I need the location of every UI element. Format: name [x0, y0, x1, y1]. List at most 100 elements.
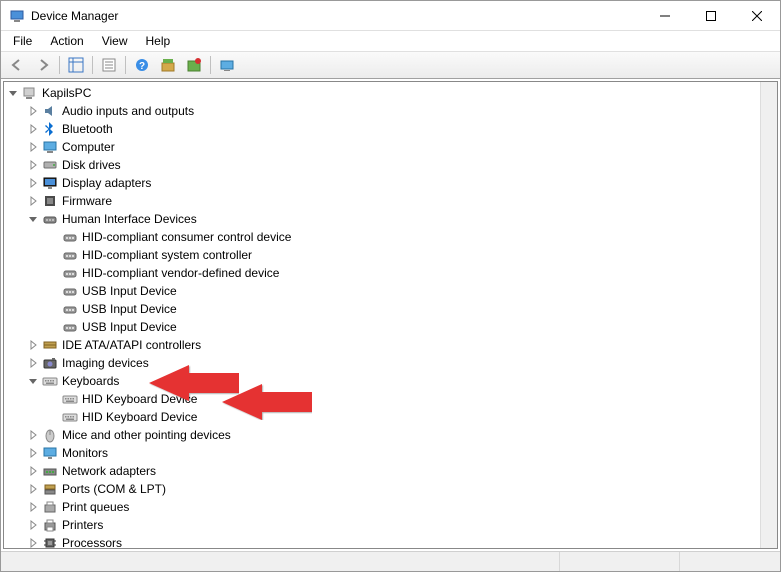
statusbar — [1, 551, 780, 571]
expander-placeholder — [46, 302, 60, 316]
toolbar-separator — [125, 56, 126, 74]
status-cell — [680, 552, 780, 571]
tree-node-bluetooth[interactable]: Bluetooth — [4, 120, 777, 138]
audio-icon — [42, 103, 58, 119]
menu-view[interactable]: View — [94, 32, 136, 50]
hid-dev-icon — [62, 301, 78, 317]
titlebar: Device Manager — [1, 1, 780, 31]
bluetooth-icon — [42, 121, 58, 137]
uninstall-button[interactable] — [182, 54, 206, 76]
expand-icon[interactable] — [26, 500, 40, 514]
node-label: Computer — [60, 140, 117, 154]
network-icon — [42, 463, 58, 479]
toolbar-separator — [92, 56, 93, 74]
computer-icon — [42, 139, 58, 155]
tree-node-usb-input-device[interactable]: USB Input Device — [4, 318, 777, 336]
expand-icon[interactable] — [26, 176, 40, 190]
tree-node-hid-keyboard-device[interactable]: HID Keyboard Device — [4, 390, 777, 408]
help-button[interactable]: ? — [130, 54, 154, 76]
tree-node-keyboards[interactable]: Keyboards — [4, 372, 777, 390]
show-hide-tree-button[interactable] — [64, 54, 88, 76]
collapse-icon[interactable] — [26, 374, 40, 388]
node-label: Processors — [60, 536, 124, 549]
tree-node-disk-drives[interactable]: Disk drives — [4, 156, 777, 174]
tree-node-imaging-devices[interactable]: Imaging devices — [4, 354, 777, 372]
menu-action[interactable]: Action — [42, 32, 91, 50]
back-button[interactable] — [5, 54, 29, 76]
node-label: Mice and other pointing devices — [60, 428, 233, 442]
tree-node-processors[interactable]: Processors — [4, 534, 777, 549]
tree-node-mice-and-other-pointing-devices[interactable]: Mice and other pointing devices — [4, 426, 777, 444]
tree-node-audio-inputs-and-outputs[interactable]: Audio inputs and outputs — [4, 102, 777, 120]
tree-node-human-interface-devices[interactable]: Human Interface Devices — [4, 210, 777, 228]
tree-node-hid-compliant-vendor-defined-device[interactable]: HID-compliant vendor-defined device — [4, 264, 777, 282]
printq-icon — [42, 499, 58, 515]
expander-placeholder — [46, 320, 60, 334]
tree-node-print-queues[interactable]: Print queues — [4, 498, 777, 516]
tree-node-hid-keyboard-device[interactable]: HID Keyboard Device — [4, 408, 777, 426]
ide-icon — [42, 337, 58, 353]
app-icon — [9, 8, 25, 24]
vertical-scrollbar[interactable] — [760, 82, 777, 548]
expand-icon[interactable] — [26, 104, 40, 118]
keyboard-icon — [42, 373, 58, 389]
tree-node-computer[interactable]: Computer — [4, 138, 777, 156]
svg-text:?: ? — [139, 61, 145, 72]
close-button[interactable] — [734, 1, 780, 30]
expand-icon[interactable] — [26, 158, 40, 172]
maximize-button[interactable] — [688, 1, 734, 30]
node-label: Ports (COM & LPT) — [60, 482, 168, 496]
scan-hardware-button[interactable] — [215, 54, 239, 76]
node-label: KapilsPC — [40, 86, 93, 100]
tree-node-display-adapters[interactable]: Display adapters — [4, 174, 777, 192]
tree-node-network-adapters[interactable]: Network adapters — [4, 462, 777, 480]
expand-icon[interactable] — [26, 428, 40, 442]
tree-node-ide-ata-atapi-controllers[interactable]: IDE ATA/ATAPI controllers — [4, 336, 777, 354]
node-label: HID-compliant vendor-defined device — [80, 266, 281, 280]
device-tree-panel[interactable]: KapilsPC Audio inputs and outputsBluetoot… — [3, 81, 778, 549]
node-label: Disk drives — [60, 158, 123, 172]
tree-node-usb-input-device[interactable]: USB Input Device — [4, 300, 777, 318]
tree-root[interactable]: KapilsPC — [4, 84, 777, 102]
hid-dev-icon — [62, 283, 78, 299]
node-label: Firmware — [60, 194, 114, 208]
menu-help[interactable]: Help — [138, 32, 179, 50]
tree-node-printers[interactable]: Printers — [4, 516, 777, 534]
expand-icon[interactable] — [26, 518, 40, 532]
node-label: HID Keyboard Device — [80, 392, 199, 406]
tree-node-monitors[interactable]: Monitors — [4, 444, 777, 462]
disk-icon — [42, 157, 58, 173]
expander-placeholder — [46, 248, 60, 262]
minimize-button[interactable] — [642, 1, 688, 30]
status-cell — [1, 552, 560, 571]
collapse-icon[interactable] — [6, 86, 20, 100]
expand-icon[interactable] — [26, 122, 40, 136]
expand-icon[interactable] — [26, 482, 40, 496]
update-driver-button[interactable] — [156, 54, 180, 76]
menu-file[interactable]: File — [5, 32, 40, 50]
properties-button[interactable] — [97, 54, 121, 76]
expand-icon[interactable] — [26, 338, 40, 352]
expand-icon[interactable] — [26, 194, 40, 208]
cpu-icon — [42, 535, 58, 549]
expand-icon[interactable] — [26, 140, 40, 154]
window-controls — [642, 1, 780, 30]
expander-placeholder — [46, 410, 60, 424]
tree-node-firmware[interactable]: Firmware — [4, 192, 777, 210]
forward-button[interactable] — [31, 54, 55, 76]
node-label: Network adapters — [60, 464, 158, 478]
expander-placeholder — [46, 284, 60, 298]
toolbar-separator — [210, 56, 211, 74]
toolbar-separator — [59, 56, 60, 74]
tree-node-ports-com-lpt-[interactable]: Ports (COM & LPT) — [4, 480, 777, 498]
expand-icon[interactable] — [26, 446, 40, 460]
expand-icon[interactable] — [26, 356, 40, 370]
firmware-icon — [42, 193, 58, 209]
display-icon — [42, 175, 58, 191]
expand-icon[interactable] — [26, 464, 40, 478]
tree-node-hid-compliant-consumer-control-device[interactable]: HID-compliant consumer control device — [4, 228, 777, 246]
expand-icon[interactable] — [26, 536, 40, 549]
tree-node-hid-compliant-system-controller[interactable]: HID-compliant system controller — [4, 246, 777, 264]
tree-node-usb-input-device[interactable]: USB Input Device — [4, 282, 777, 300]
collapse-icon[interactable] — [26, 212, 40, 226]
